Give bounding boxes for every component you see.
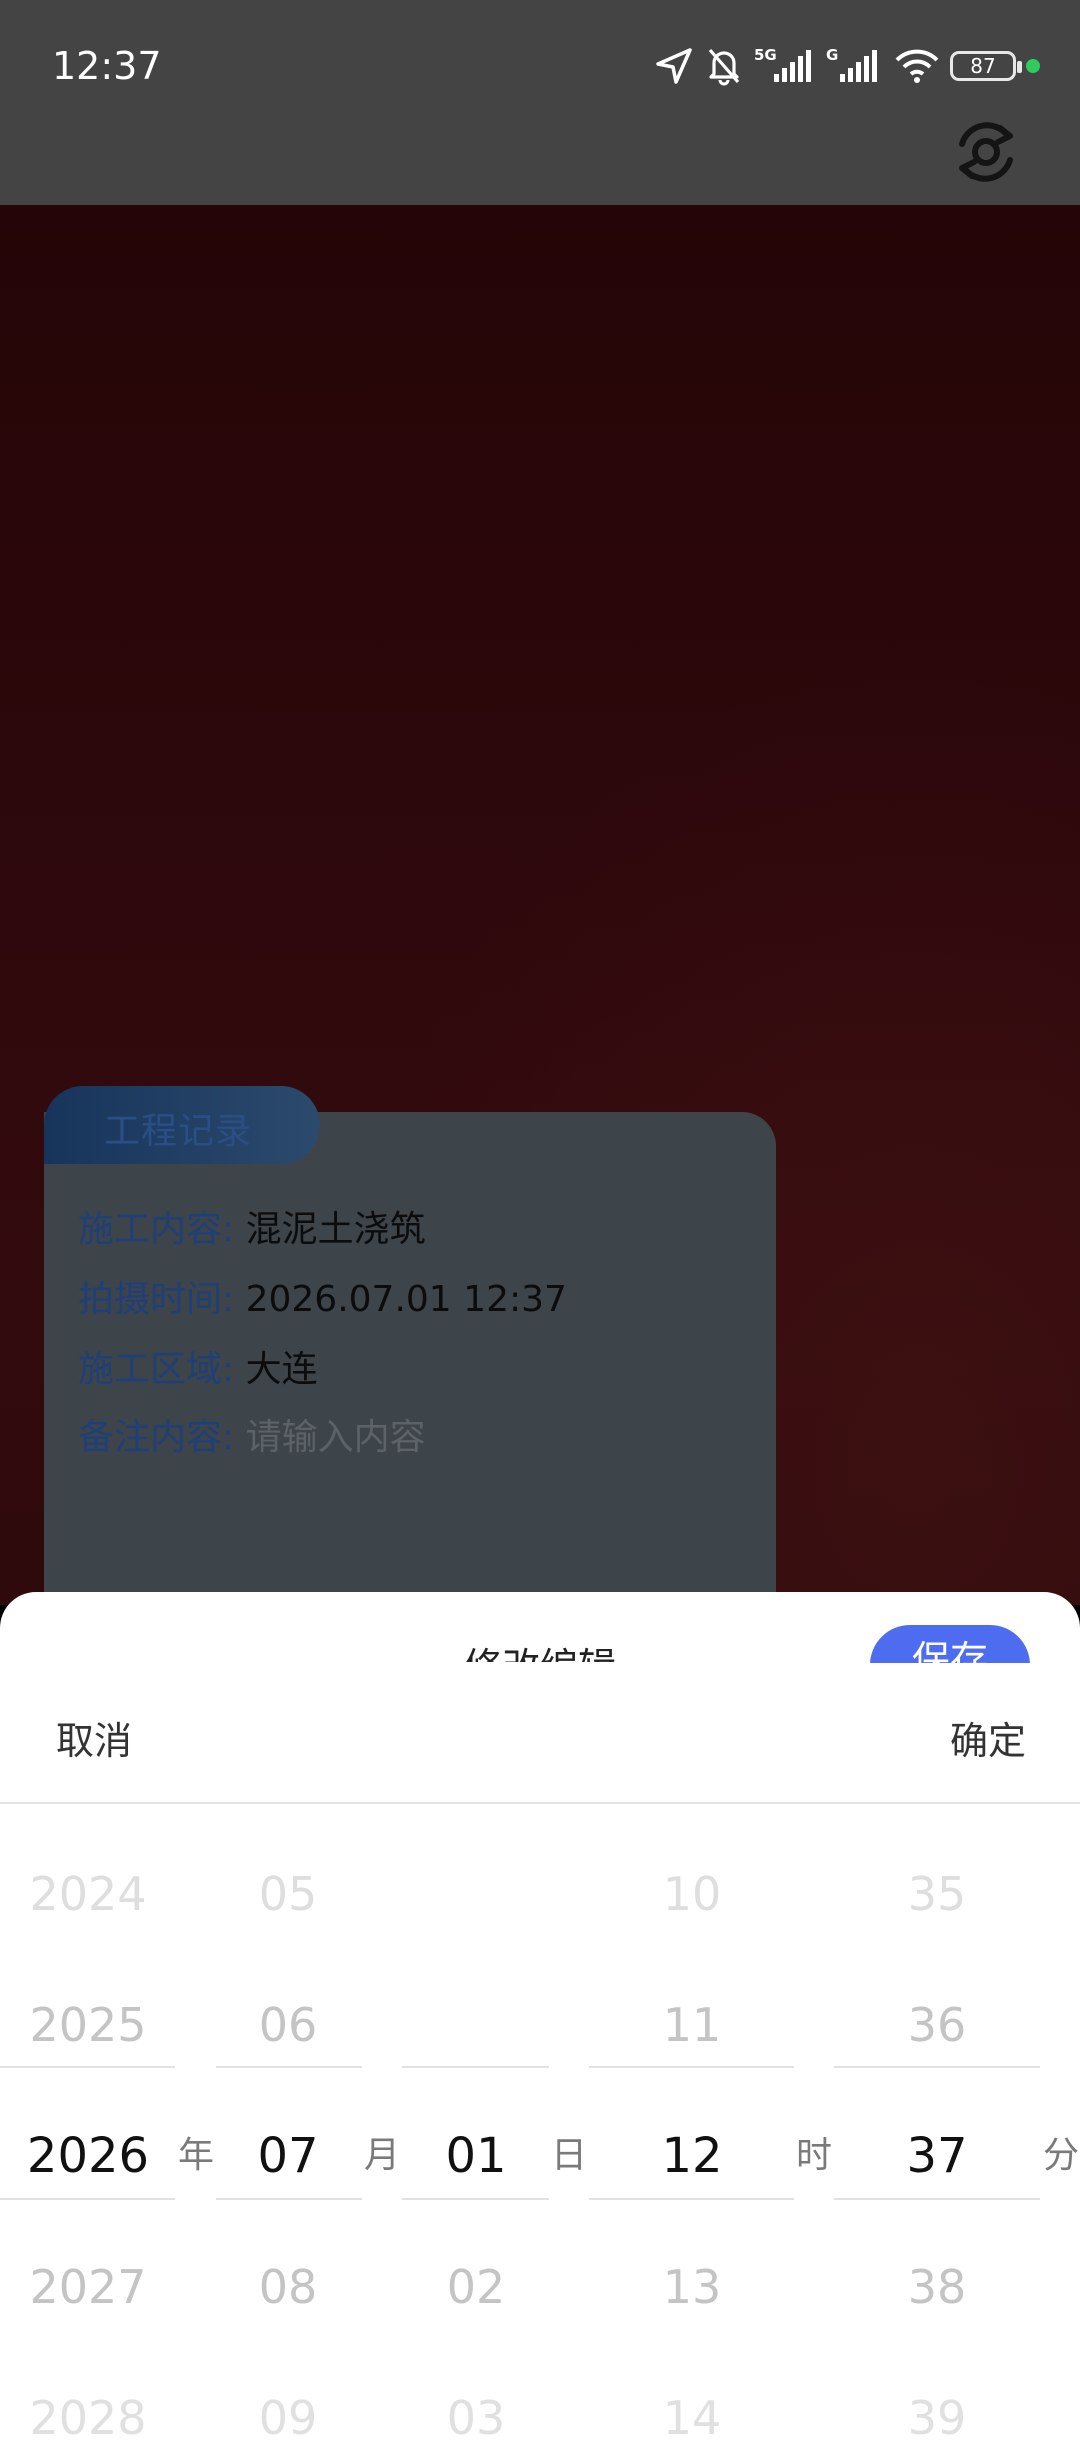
picker-overlay-edge [0,1663,1080,1665]
signal-5g-label: 5G [754,46,777,64]
watermark-card-tab: 工程记录 [44,1086,320,1164]
picker-hour-option[interactable]: 13 [663,2264,722,2310]
picker-hour-unit: 时 [795,2135,833,2176]
picker-divider [0,1802,1080,1804]
picker-day-option[interactable]: 03 [447,2395,506,2441]
picker-month-option[interactable]: 05 [259,1871,318,1917]
watermark-card-title: 工程记录 [104,1111,253,1152]
picker-year-option[interactable]: 2024 [29,1871,146,1917]
picker-selection-line [0,2066,175,2068]
picker-month-selected[interactable]: 07 [257,2132,318,2180]
confirm-button[interactable]: 确定 [950,1710,1026,1765]
mute-bell-icon [708,48,740,86]
status-icons: 5G G 87 [654,40,1040,92]
save-button-label[interactable]: 保存 [870,1625,1030,1663]
picker-month-unit: 月 [363,2135,401,2176]
card-row-key: 拍摄时间: [78,1279,235,1320]
picker-minute-option[interactable]: 39 [908,2395,967,2441]
wifi-icon [895,49,939,83]
card-row-content: 施工内容: 混泥土浇筑 [78,1200,426,1252]
picker-selection-line [402,2198,549,2200]
signal-g-icon: G [826,46,877,82]
picker-year-option[interactable]: 2027 [29,2264,146,2310]
picker-minute-option[interactable]: 35 [908,1871,967,1917]
card-row-value: 大连 [245,1349,318,1390]
picker-year-selected[interactable]: 2026 [27,2132,149,2180]
remark-placeholder: 请输入内容 [245,1417,426,1458]
camera-switch-icon[interactable] [948,114,1024,190]
status-time: 12:37 [52,44,162,88]
picker-selection-line [216,2198,362,2200]
picker-hour-option[interactable]: 10 [663,1871,722,1917]
card-row-remark: 备注内容: 请输入内容 [78,1408,426,1460]
picker-selection-line [834,2198,1040,2200]
sheet-title-text: 修改编辑 [464,1645,616,1662]
status-bar: 12:37 5G G 87 [0,0,1080,205]
cancel-button[interactable]: 取消 [56,1710,132,1765]
signal-g-label: G [826,46,838,64]
picker-hour-option[interactable]: 11 [663,2002,722,2048]
picker-selection-line [0,2198,175,2200]
picker-day-unit: 日 [550,2135,588,2176]
picker-minute-option[interactable]: 36 [908,2002,967,2048]
picker-minute-option[interactable]: 38 [908,2264,967,2310]
card-row-time: 拍摄时间: 2026.07.01 12:37 [78,1270,567,1322]
card-row-key: 施工区域: [78,1349,235,1390]
picker-selection-line [589,2066,794,2068]
save-button[interactable]: 保存 [870,1625,1030,1663]
battery-icon: 87 [950,51,1022,81]
picker-month-option[interactable]: 08 [259,2264,318,2310]
picker-hour-selected[interactable]: 12 [661,2132,722,2180]
picker-year-option[interactable]: 2028 [29,2395,146,2441]
picker-month-option[interactable]: 09 [259,2395,318,2441]
picker-selection-line [589,2198,794,2200]
card-row-key: 施工内容: [78,1209,235,1250]
picker-minute-unit: 分 [1042,2135,1080,2176]
card-row-value: 2026.07.01 12:37 [245,1279,567,1320]
picker-selection-line [834,2066,1040,2068]
privacy-indicator-dot [1026,59,1040,73]
card-row-area: 施工区域: 大连 [78,1340,318,1392]
picker-year-unit: 年 [177,2135,215,2176]
picker-hour-option[interactable]: 14 [663,2395,722,2441]
signal-5g-icon: 5G [754,46,811,82]
picker-day-option[interactable]: 02 [447,2264,506,2310]
picker-year-option[interactable]: 2025 [29,2002,146,2048]
picker-minute-selected[interactable]: 37 [906,2132,967,2180]
card-row-value: 混泥土浇筑 [245,1209,426,1250]
card-row-key: 备注内容: [78,1417,235,1458]
picker-month-option[interactable]: 06 [259,2002,318,2048]
picker-selection-line [402,2066,549,2068]
edit-bottom-sheet: 修改编辑 保存 取消 确定 2024 2025 2026 2027 2028 年 05 06 0… [0,1592,1080,2460]
location-icon [656,48,692,84]
picker-selection-line [216,2066,362,2068]
picker-day-selected[interactable]: 01 [445,2132,506,2180]
battery-level: 87 [970,54,996,78]
